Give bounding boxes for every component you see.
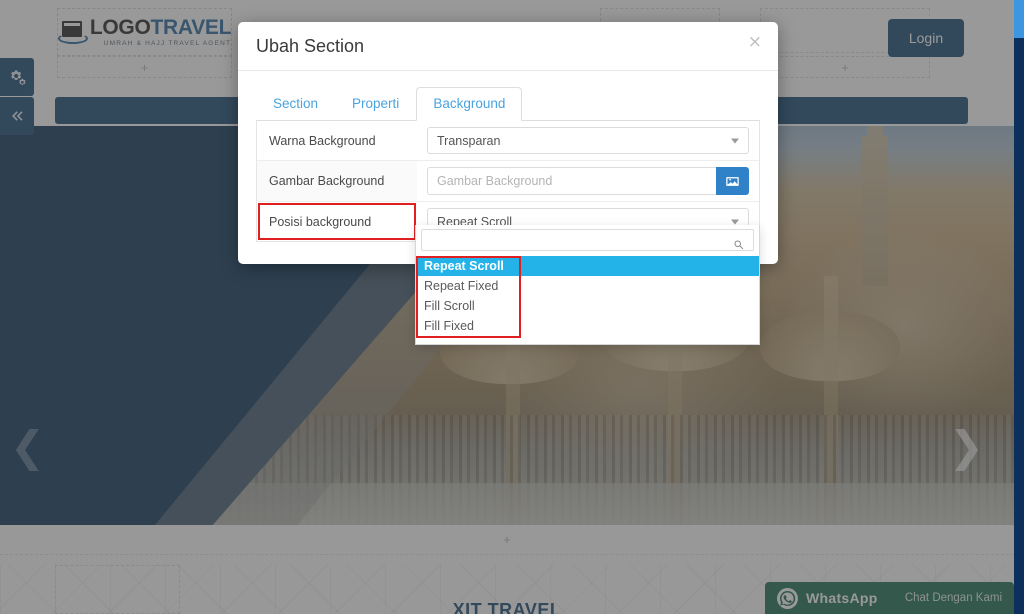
label-gambar-background: Gambar Background: [257, 161, 417, 201]
tab-background[interactable]: Background: [416, 87, 523, 121]
page-scrollbar[interactable]: [1014, 0, 1024, 614]
chevron-down-icon: [731, 219, 739, 224]
image-picker-button[interactable]: [716, 167, 749, 195]
dropdown-option-repeat-scroll[interactable]: Repeat Scroll: [416, 256, 759, 276]
modal-tabs: Section Properti Background: [256, 87, 760, 121]
app-root: LOGOTRAVEL UMRAH & HAJJ TRAVEL AGENT + +…: [0, 0, 1024, 614]
field-row-gambar-background: Gambar Background: [257, 161, 759, 202]
modal-title: Ubah Section: [256, 35, 365, 56]
dropdown-option-list: Repeat Scroll Repeat Fixed Fill Scroll F…: [416, 256, 759, 344]
warna-background-select[interactable]: Transparan: [427, 127, 749, 154]
gambar-background-input[interactable]: [427, 167, 716, 195]
dropdown-option-fill-scroll[interactable]: Fill Scroll: [416, 296, 759, 316]
scrollbar-thumb[interactable]: [1014, 0, 1024, 38]
chevron-down-icon: [731, 138, 739, 143]
dropdown-search-wrap: [416, 225, 759, 256]
modal-header: Ubah Section ×: [238, 22, 778, 71]
label-posisi-background: Posisi background: [257, 202, 417, 241]
tab-properti[interactable]: Properti: [335, 87, 416, 121]
dropdown-option-fill-fixed[interactable]: Fill Fixed: [416, 316, 759, 336]
background-tab-panel: Warna Background Transparan Gambar Backg…: [256, 121, 760, 242]
tab-section[interactable]: Section: [256, 87, 335, 121]
warna-background-value: Transparan: [437, 133, 501, 148]
posisi-background-dropdown: Repeat Scroll Repeat Fixed Fill Scroll F…: [415, 225, 760, 345]
dropdown-search-input[interactable]: [421, 229, 754, 251]
field-row-warna-background: Warna Background Transparan: [257, 121, 759, 161]
label-warna-background: Warna Background: [269, 133, 376, 148]
image-icon: [726, 176, 739, 186]
close-icon[interactable]: ×: [748, 34, 762, 51]
dropdown-option-repeat-fixed[interactable]: Repeat Fixed: [416, 276, 759, 296]
